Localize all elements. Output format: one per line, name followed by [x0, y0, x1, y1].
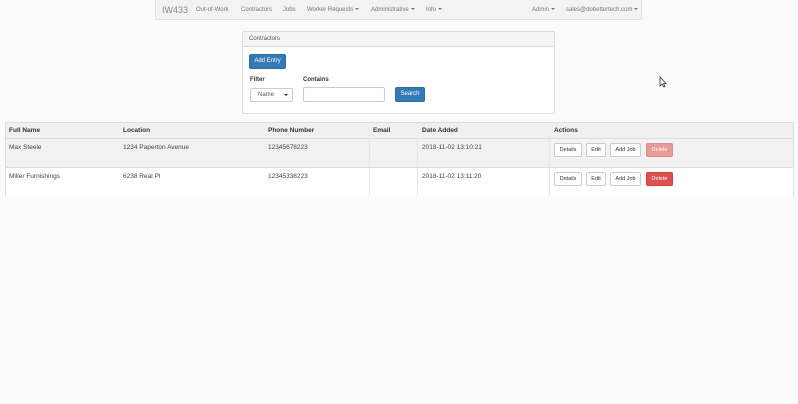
cell-full-name: Miller Furnishings — [9, 173, 60, 180]
add-job-button[interactable]: Add Job — [610, 143, 641, 157]
cell-date-added: 2018-11-02 13:11:20 — [422, 173, 482, 180]
nav-out-of-work[interactable]: Out-of-Work — [196, 7, 229, 13]
brand-logo[interactable]: IW433 — [162, 5, 188, 15]
edit-button[interactable]: Edit — [586, 143, 606, 157]
column-divider — [369, 139, 370, 195]
header-email[interactable]: Email — [373, 127, 390, 134]
filter-select-value: Name — [258, 92, 275, 98]
nav-administrative[interactable]: Administrative — [371, 7, 415, 13]
chevron-down-icon — [634, 8, 639, 11]
chevron-down-icon — [438, 8, 443, 11]
delete-button[interactable]: Delete — [646, 143, 673, 157]
search-button[interactable]: Search — [395, 87, 425, 102]
table-row: Max Steele 1234 Paperton Avenue 12345678… — [6, 139, 793, 168]
header-date-added[interactable]: Date Added — [422, 127, 458, 134]
nav-jobs[interactable]: Jobs — [283, 7, 296, 13]
contains-input[interactable] — [303, 87, 385, 102]
nav-info[interactable]: Info — [426, 7, 443, 13]
cell-date-added: 2018-11-02 13:10:21 — [422, 144, 482, 151]
filter-select[interactable]: Name — [250, 88, 293, 102]
details-button[interactable]: Details — [554, 172, 582, 186]
cell-phone: 12345338223 — [268, 173, 308, 180]
cell-full-name: Max Steele — [9, 144, 42, 151]
nav-contractors[interactable]: Contractors — [241, 7, 272, 13]
chevron-down-icon — [551, 8, 556, 11]
nav-user-email[interactable]: sales@dobettertech.com — [566, 7, 639, 13]
nav-admin-label: Admin — [532, 7, 550, 13]
table-header: Full Name Location Phone Number Email Da… — [6, 123, 793, 139]
cell-location: 6238 Real Pl — [123, 173, 161, 180]
nav-info-label: Info — [426, 7, 437, 13]
contractors-panel: Contractors Add Entry Filter Name Contai… — [242, 31, 555, 114]
column-divider — [549, 139, 550, 195]
filter-label: Filter — [250, 77, 265, 83]
top-navbar: IW433 Out-of-Work Contractors Jobs Worke… — [155, 0, 642, 20]
column-divider — [417, 139, 418, 195]
mouse-cursor-icon — [659, 76, 667, 88]
cell-location: 1234 Paperton Avenue — [123, 144, 190, 151]
delete-button[interactable]: Delete — [646, 172, 673, 186]
panel-heading: Contractors — [243, 32, 554, 47]
contains-label: Contains — [303, 77, 329, 83]
contractors-table: Full Name Location Phone Number Email Da… — [5, 122, 794, 196]
nav-administrative-label: Administrative — [371, 7, 409, 13]
add-entry-button[interactable]: Add Entry — [249, 54, 286, 69]
nav-user-email-label: sales@dobettertech.com — [566, 7, 633, 13]
header-location[interactable]: Location — [123, 127, 150, 134]
details-button[interactable]: Details — [554, 143, 582, 157]
cell-phone: 12345678223 — [268, 144, 308, 151]
add-job-button[interactable]: Add Job — [610, 172, 641, 186]
edit-button[interactable]: Edit — [586, 172, 606, 186]
chevron-down-icon — [284, 94, 288, 96]
header-actions: Actions — [554, 127, 578, 134]
chevron-down-icon — [355, 8, 360, 11]
nav-admin[interactable]: Admin — [532, 7, 556, 13]
chevron-down-icon — [410, 8, 415, 11]
header-full-name[interactable]: Full Name — [9, 127, 40, 134]
header-phone-number[interactable]: Phone Number — [268, 127, 314, 134]
nav-worker-requests[interactable]: Worker Requests — [307, 7, 360, 13]
table-row: Miller Furnishings 6238 Real Pl 12345338… — [6, 168, 793, 196]
nav-worker-requests-label: Worker Requests — [307, 7, 354, 13]
